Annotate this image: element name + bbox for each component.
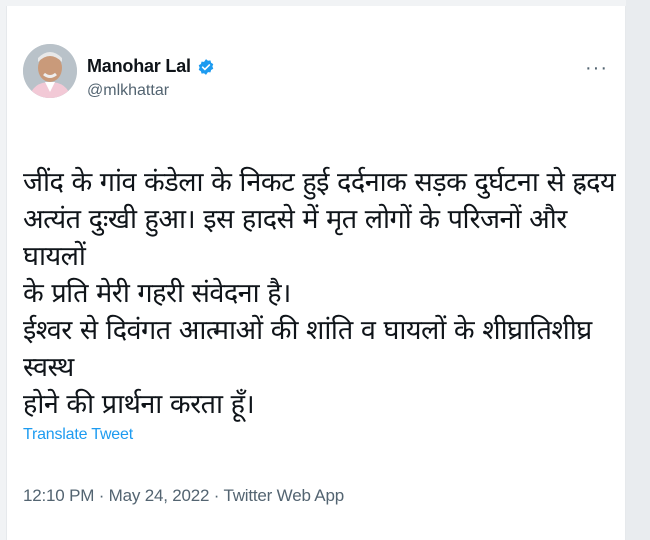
tweet-timestamp[interactable]: 12:10 PM · May 24, 2022 · Twitter Web Ap…: [23, 486, 344, 506]
tweet-card: Manohar Lal @mlkhattar ··· जींद के गांव …: [6, 6, 626, 540]
translate-tweet-link[interactable]: Translate Tweet: [23, 426, 133, 444]
verified-badge-icon: [197, 58, 215, 76]
author-name-row: Manohar Lal: [87, 56, 215, 77]
display-name[interactable]: Manohar Lal: [87, 56, 191, 77]
page-edge: [626, 0, 650, 540]
more-horizontal-icon[interactable]: ···: [585, 58, 608, 78]
author-handle[interactable]: @mlkhattar: [87, 82, 169, 100]
profile-photo-icon: [23, 44, 77, 98]
tweet-text: जींद के गांव कंडेला के निकट हुई दर्दनाक …: [23, 167, 616, 420]
avatar[interactable]: [23, 44, 77, 98]
